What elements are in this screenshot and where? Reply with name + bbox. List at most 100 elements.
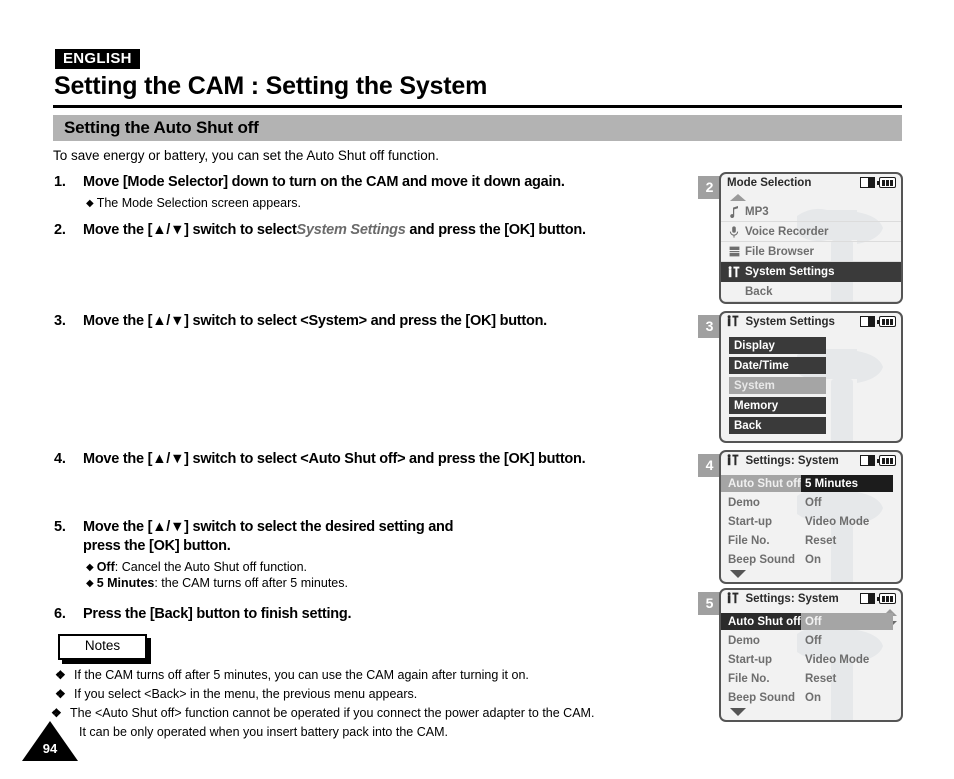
setting-start-up-label: Start-up <box>728 653 773 666</box>
setting-demo-label: Demo <box>728 634 760 647</box>
lcd-5-title: Settings: System <box>745 593 839 605</box>
setting-start-up-value: Video Mode <box>805 515 870 528</box>
setting-row-demo[interactable]: Demo Off <box>721 631 901 650</box>
lcd-3-menu-list: Display Date/Time System Memory Back <box>721 332 901 441</box>
step-6: 6. Press the [Back] button to finish sett… <box>54 606 352 622</box>
step-5-sub-5min-term: 5 Minutes <box>96 576 155 590</box>
page-number-text: 94 <box>42 741 58 756</box>
setting-file-no-label: File No. <box>728 672 770 685</box>
menu-item-system-settings-label: System Settings <box>745 265 835 278</box>
menu-item-mp3[interactable]: MP3 <box>721 202 901 222</box>
menu-item-date-time[interactable]: Date/Time <box>729 357 826 374</box>
title-divider <box>53 105 902 108</box>
note-bullet-icon: ❖ <box>55 668 66 682</box>
setting-auto-shut-off-label: Auto Shut off <box>721 613 801 630</box>
lcd-2-status-icons <box>860 177 896 188</box>
tools-icon <box>727 265 741 278</box>
menu-item-memory[interactable]: Memory <box>729 397 826 414</box>
setting-beep-sound-label: Beep Sound <box>728 553 796 566</box>
lcd-4-title: Settings: System <box>745 455 839 467</box>
lcd-2-title: Mode Selection <box>727 177 812 189</box>
setting-row-demo[interactable]: Demo Off <box>721 493 901 512</box>
scroll-down-arrow-icon[interactable] <box>730 708 746 716</box>
menu-item-system-label: System <box>734 379 775 392</box>
menu-item-back[interactable]: Back <box>721 282 901 302</box>
step-3-number: 3. <box>54 313 66 329</box>
note-item-2-text: If you select <Back> in the menu, the pr… <box>74 687 418 701</box>
setting-demo-label: Demo <box>728 496 760 509</box>
setting-row-start-up[interactable]: Start-up Video Mode <box>721 650 901 669</box>
menu-item-back[interactable]: Back <box>729 417 826 434</box>
lcd-4-footer <box>721 569 901 582</box>
lcd-display-3: System Settings Display Date/Time System <box>719 311 903 443</box>
menu-item-voice-recorder[interactable]: Voice Recorder <box>721 222 901 242</box>
setting-row-auto-shut-off[interactable]: Auto Shut off 5 Minutes <box>721 474 901 493</box>
step-1-subtext-label: The Mode Selection screen appears. <box>96 196 301 210</box>
lcd-3-status-icons <box>860 316 896 327</box>
setting-beep-sound-value: On <box>805 691 821 704</box>
diamond-bullet-icon: ◆ <box>86 562 94 573</box>
menu-item-file-browser-label: File Browser <box>745 245 815 258</box>
setting-row-file-no[interactable]: File No. Reset <box>721 531 901 550</box>
step-1-subtext: ◆ The Mode Selection screen appears. <box>86 196 301 210</box>
tools-icon <box>727 592 739 607</box>
notes-label-box: Notes <box>58 634 147 660</box>
memory-card-icon <box>860 455 875 466</box>
step-6-text: Press the [Back] button to finish settin… <box>83 606 352 622</box>
lcd-5-settings-list: Auto Shut off Off Demo Off Start-up Vide… <box>721 609 901 720</box>
language-badge: ENGLISH <box>55 49 140 69</box>
note-item-3-text: The <Auto Shut off> function cannot be o… <box>70 706 595 720</box>
menu-item-mp3-label: MP3 <box>745 205 769 218</box>
menu-item-back-label: Back <box>745 285 773 298</box>
scroll-up-arrow-icon[interactable] <box>730 194 746 201</box>
music-note-icon <box>727 205 741 218</box>
menu-item-display-label: Display <box>734 339 775 352</box>
step-2-text-b: and press the [OK] button. <box>405 222 586 238</box>
step-5-number: 5. <box>54 519 66 535</box>
setting-demo-value: Off <box>805 496 822 509</box>
setting-beep-sound-value: On <box>805 553 821 566</box>
file-browser-icon <box>727 246 741 257</box>
battery-icon <box>877 316 896 327</box>
menu-item-system-settings[interactable]: System Settings <box>721 262 901 282</box>
note-item-1: ❖ If the CAM turns off after 5 minutes, y… <box>55 668 529 682</box>
diamond-bullet-icon: ◆ <box>86 198 94 209</box>
setting-start-up-value: Video Mode <box>805 653 870 666</box>
lcd-4-status-icons <box>860 455 896 466</box>
scroll-down-arrow-icon[interactable] <box>730 570 746 578</box>
lcd-2-header: Mode Selection <box>721 174 901 193</box>
microphone-icon <box>727 225 741 238</box>
setting-row-beep-sound[interactable]: Beep Sound On <box>721 550 901 569</box>
step-5-sub-5min: ◆ 5 Minutes: the CAM turns off after 5 mi… <box>86 576 348 590</box>
menu-item-file-browser[interactable]: File Browser <box>721 242 901 262</box>
step-2-emphasis: System Settings <box>296 222 406 238</box>
lcd-3-header: System Settings <box>721 313 901 332</box>
battery-icon <box>877 593 896 604</box>
setting-row-file-no[interactable]: File No. Reset <box>721 669 901 688</box>
step-4-text: Move the [▲/▼] switch to select <Auto Sh… <box>83 451 586 467</box>
menu-item-voice-recorder-label: Voice Recorder <box>745 225 829 238</box>
section-heading-bar: Setting the Auto Shut off <box>53 115 902 141</box>
note-item-2: ❖ If you select <Back> in the menu, the p… <box>55 687 418 701</box>
step-5-text-line1: Move the [▲/▼] switch to select the desi… <box>83 519 454 535</box>
diamond-bullet-icon: ◆ <box>86 578 94 589</box>
step-2-text-a: Move the [▲/▼] switch to select <box>83 222 297 238</box>
setting-auto-shut-off-value: 5 Minutes <box>801 475 893 492</box>
note-item-4-text: It can be only operated when you insert … <box>79 725 448 739</box>
step-5-line2: press the [OK] button. <box>54 538 231 554</box>
screen-4-step-badge: 4 <box>698 454 721 477</box>
lcd-5-status-icons <box>860 593 896 604</box>
notes-label: Notes <box>84 638 121 653</box>
setting-file-no-label: File No. <box>728 534 770 547</box>
setting-row-beep-sound[interactable]: Beep Sound On <box>721 688 901 707</box>
setting-file-no-value: Reset <box>805 534 837 547</box>
setting-demo-value: Off <box>805 634 822 647</box>
menu-item-display[interactable]: Display <box>729 337 826 354</box>
lcd-5-footer <box>721 707 901 720</box>
note-item-1-text: If the CAM turns off after 5 minutes, yo… <box>74 668 529 682</box>
menu-item-back-label: Back <box>734 419 762 432</box>
setting-row-start-up[interactable]: Start-up Video Mode <box>721 512 901 531</box>
menu-item-system[interactable]: System <box>729 377 826 394</box>
setting-row-auto-shut-off[interactable]: Auto Shut off Off <box>721 612 901 631</box>
step-5-sub-off-term: Off <box>96 560 115 574</box>
